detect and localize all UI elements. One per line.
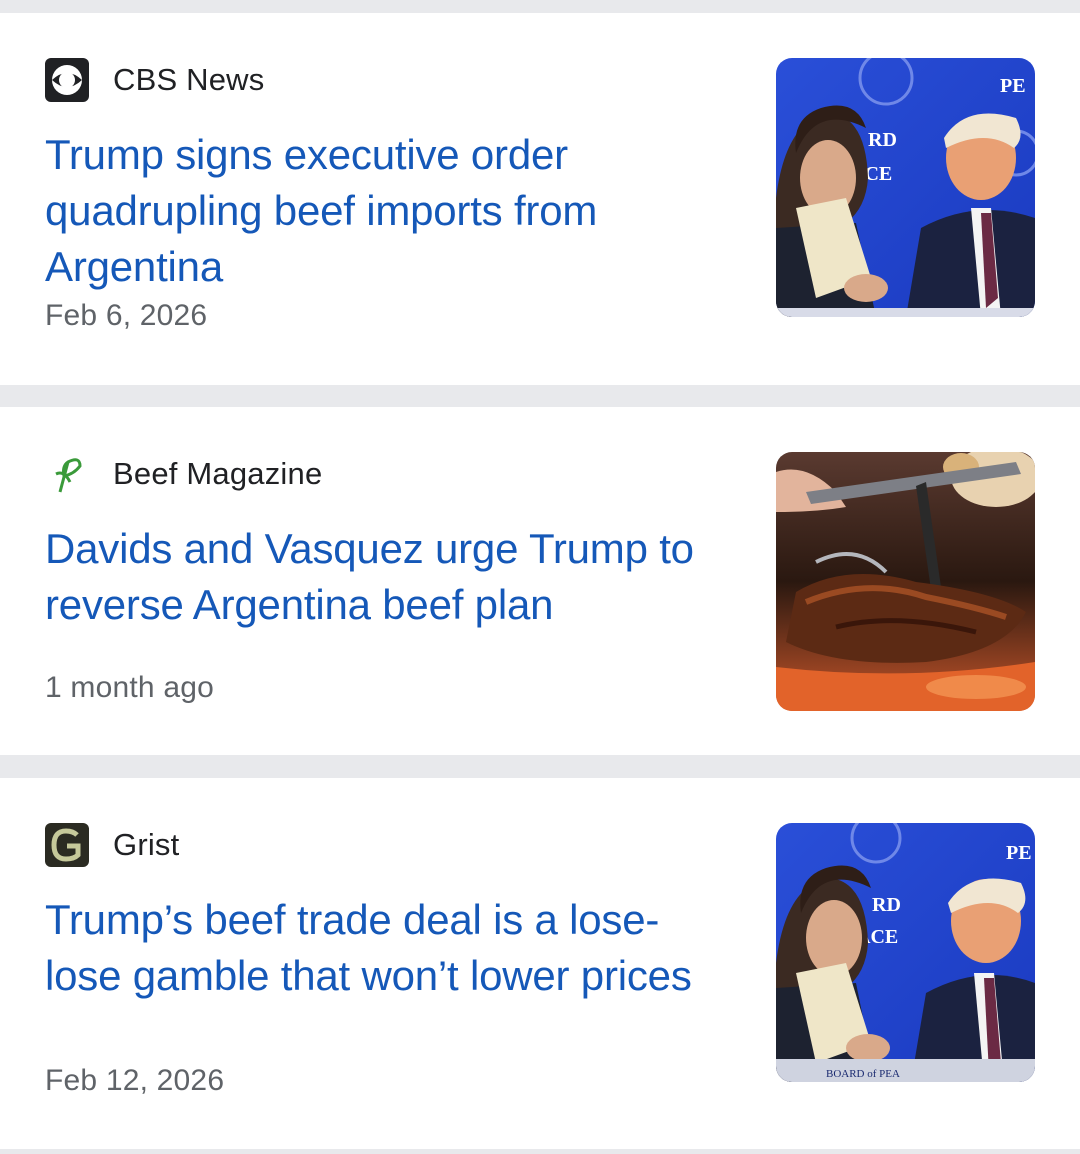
article-thumbnail[interactable]: RD ACE PE BOARD of PEA xyxy=(776,823,1035,1082)
news-card[interactable]: Grist Trump’s beef trade deal is a lose-… xyxy=(0,778,1080,1149)
image-text: BOARD of PEA xyxy=(826,1068,900,1080)
publish-date: Feb 6, 2026 xyxy=(45,299,208,332)
source-name: Beef Magazine xyxy=(113,456,323,491)
publish-date: 1 month ago xyxy=(45,671,214,704)
green-leaf-logo-icon xyxy=(45,452,89,496)
source-name: Grist xyxy=(113,827,180,862)
source-row: CBS News xyxy=(45,58,264,102)
article-thumbnail[interactable] xyxy=(776,452,1035,711)
headline-link[interactable]: Davids and Vasquez urge Trump to reverse… xyxy=(45,521,735,633)
news-card[interactable]: Beef Magazine Davids and Vasquez urge Tr… xyxy=(0,407,1080,755)
grist-g-logo-icon xyxy=(45,823,89,867)
headline-link[interactable]: Trump’s beef trade deal is a lose-lose g… xyxy=(45,892,735,1004)
news-card[interactable]: CBS News Trump signs executive order qua… xyxy=(0,13,1080,385)
image-text: RD xyxy=(872,894,901,916)
publish-date: Feb 12, 2026 xyxy=(45,1064,225,1097)
source-row: Beef Magazine xyxy=(45,452,322,496)
article-thumbnail[interactable]: RD ACE PE xyxy=(776,58,1035,317)
cbs-eye-logo-icon xyxy=(45,58,89,102)
headline-link[interactable]: Trump signs executive order quadrupling … xyxy=(45,127,735,295)
source-name: CBS News xyxy=(113,62,265,97)
news-feed: CBS News Trump signs executive order qua… xyxy=(0,0,1080,1154)
image-text: RD xyxy=(868,129,897,151)
source-row: Grist xyxy=(45,823,179,867)
image-text: PE xyxy=(1000,75,1026,97)
image-text: PE xyxy=(1006,842,1032,864)
